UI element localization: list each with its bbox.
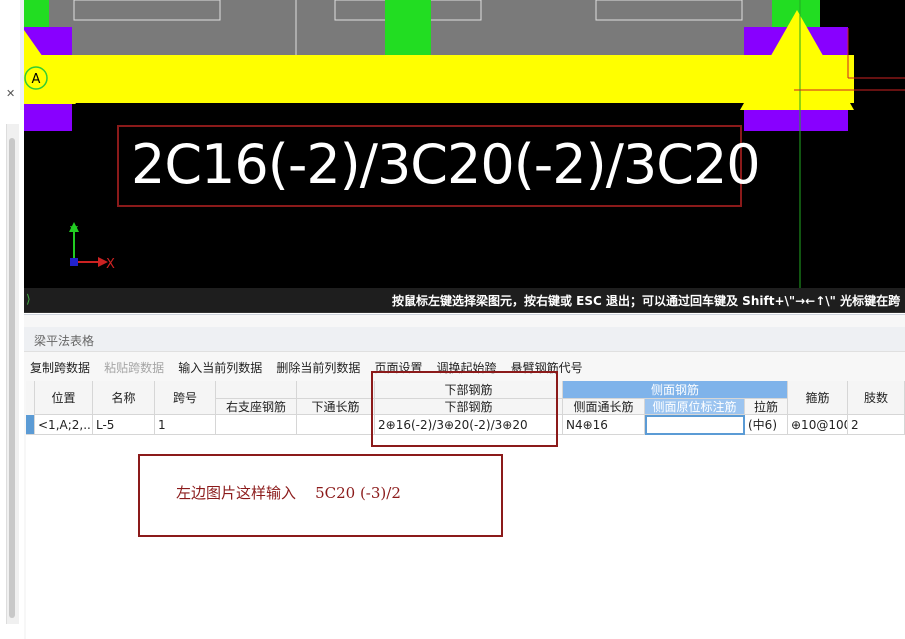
- cell-span[interactable]: 1: [155, 415, 216, 435]
- beam-yellow: [24, 55, 854, 103]
- paste-span-button[interactable]: 粘贴跨数据: [104, 358, 164, 378]
- col-header-stirrup: 箍筋: [788, 381, 848, 415]
- col-header-legs: 肢数: [848, 381, 905, 415]
- input-column-button[interactable]: 输入当前列数据: [178, 358, 262, 378]
- cell-right-support[interactable]: [216, 415, 297, 435]
- coord-origin: [70, 258, 78, 266]
- status-hint: 按鼠标左键选择梁图元，按右键或 ESC 退出；可以通过回车键及 Shift+\"…: [392, 294, 901, 308]
- col-header-side-through: 侧面通长筋: [563, 399, 645, 415]
- scrollbar-thumb[interactable]: [9, 138, 15, 618]
- rebar-annotation-text[interactable]: 2C16(-2)/3C20(-2)/3C20: [131, 133, 761, 196]
- row-marker[interactable]: [26, 415, 35, 435]
- cell-position[interactable]: <1,A;2,...: [35, 415, 93, 435]
- cell-legs[interactable]: 2: [848, 415, 905, 435]
- status-left-icon: ⟩: [26, 292, 31, 306]
- axis-label: A: [32, 72, 41, 87]
- col-header-position: 位置: [35, 381, 93, 415]
- col-header-bottom-through: 下通长筋: [297, 399, 375, 415]
- copy-span-button[interactable]: 复制跨数据: [30, 358, 90, 378]
- panel-title: 梁平法表格: [34, 334, 95, 348]
- col-header-side-original: 侧面原位标注筋: [645, 399, 745, 415]
- cell-side-through[interactable]: N4⊕16: [563, 415, 645, 435]
- cell-bottom-through[interactable]: [297, 415, 375, 435]
- col-header-name: 名称: [93, 381, 155, 415]
- col-header-span: 跨号: [155, 381, 216, 415]
- close-icon[interactable]: ✕: [6, 88, 15, 99]
- cell-tie[interactable]: (中6): [745, 415, 788, 435]
- rebar-annotation-box: 2C16(-2)/3C20(-2)/3C20: [117, 125, 761, 207]
- green-column-left: [24, 0, 49, 30]
- col-header-blank-1: [216, 381, 297, 399]
- coord-y-label: Y: [69, 225, 78, 240]
- annotation-text: 左边图片这样输入 5C20 (-3)/2: [176, 484, 401, 502]
- col-header-side-group: 侧面钢筋: [563, 381, 788, 399]
- coord-x-label: X: [106, 257, 115, 272]
- delete-column-button[interactable]: 删除当前列数据: [276, 358, 360, 378]
- left-panel-strip: ✕: [0, 0, 24, 638]
- green-column-mid: [385, 0, 431, 55]
- cad-canvas[interactable]: A Y X 2C16(-2)/3C20(-2)/3C20: [24, 0, 905, 288]
- support-bottom-left: [24, 104, 72, 131]
- highlight-box-bottom-rebar: [371, 371, 558, 447]
- col-header-tie: 拉筋: [745, 399, 788, 415]
- status-bar: ⟩ 按鼠标左键选择梁图元，按右键或 ESC 退出；可以通过回车键及 Shift+…: [24, 288, 905, 313]
- panel-title-bar: [24, 327, 905, 352]
- cell-side-original[interactable]: [645, 415, 745, 435]
- cell-stirrup[interactable]: ⊕10@100: [788, 415, 848, 435]
- col-header-blank-2: [297, 381, 375, 399]
- col-header-right-support: 右支座钢筋: [216, 399, 297, 415]
- annotation-box: 左边图片这样输入 5C20 (-3)/2: [138, 454, 503, 537]
- cell-name[interactable]: L-5: [93, 415, 155, 435]
